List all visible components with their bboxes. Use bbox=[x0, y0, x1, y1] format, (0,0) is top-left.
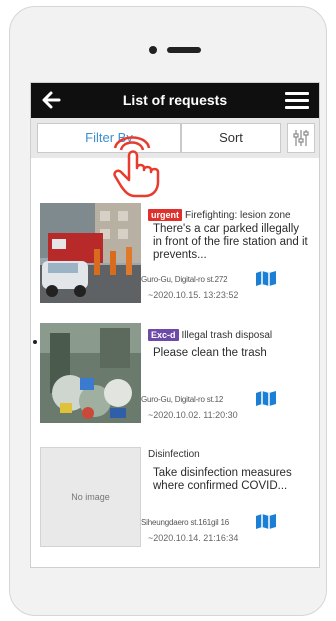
request-list-item[interactable]: No image Disinfection Take disinfection … bbox=[31, 441, 319, 551]
request-category: Illegal trash disposal bbox=[181, 330, 273, 341]
request-category: Firefighting: lesion zone bbox=[185, 210, 291, 221]
request-date: ~2020.10.02. 11:20:30 bbox=[148, 410, 238, 420]
status-badge: Exc-d bbox=[148, 329, 179, 341]
tap-gesture-icon bbox=[113, 136, 160, 198]
status-badge: urgent bbox=[148, 209, 182, 221]
request-photo bbox=[40, 203, 141, 303]
request-photo bbox=[40, 323, 141, 423]
back-arrow-icon[interactable] bbox=[39, 88, 63, 112]
sort-button[interactable]: Sort bbox=[181, 123, 281, 153]
request-date: ~2020.10.15. 13:23:52 bbox=[148, 290, 239, 300]
request-list-item[interactable]: Exc-d Illegal trash disposal Please clean… bbox=[31, 321, 319, 431]
app-screen: List of requests Filter By Sort urgent F… bbox=[30, 82, 320, 568]
request-description: Please clean the trash bbox=[153, 347, 267, 359]
settings-sliders-button[interactable] bbox=[287, 123, 315, 153]
no-image-placeholder: No image bbox=[40, 447, 141, 547]
request-tagline: urgent Firefighting: lesion zone bbox=[148, 209, 291, 221]
map-icon[interactable] bbox=[255, 390, 277, 407]
request-date: ~2020.10.14. 21:16:34 bbox=[148, 533, 239, 543]
request-address: Siheungdaero st.161gil 16 bbox=[141, 518, 229, 527]
speaker-grille bbox=[167, 47, 201, 53]
request-description: There's a car parked illegally in front … bbox=[153, 223, 308, 261]
map-icon[interactable] bbox=[255, 270, 277, 287]
sliders-icon bbox=[293, 130, 309, 146]
app-header: List of requests bbox=[31, 83, 319, 118]
request-address: Guro-Gu, Digital-ro st.12 bbox=[141, 395, 224, 404]
hamburger-menu-icon[interactable] bbox=[285, 92, 309, 110]
page-title: List of requests bbox=[122, 92, 228, 108]
request-description: Take disinfection measures where confirm… bbox=[153, 467, 292, 492]
request-address: Guro-Gu, Digital-ro st.272 bbox=[141, 275, 228, 284]
request-category: Disinfection bbox=[148, 449, 200, 460]
map-icon[interactable] bbox=[255, 513, 277, 530]
request-tagline: Exc-d Illegal trash disposal bbox=[148, 329, 272, 341]
camera-dot bbox=[149, 46, 157, 54]
request-tagline: Disinfection bbox=[148, 449, 200, 460]
filter-sort-bar: Filter By Sort bbox=[31, 118, 319, 158]
side-dot bbox=[33, 340, 37, 344]
request-list-item[interactable]: urgent Firefighting: lesion zone There's … bbox=[31, 201, 319, 311]
